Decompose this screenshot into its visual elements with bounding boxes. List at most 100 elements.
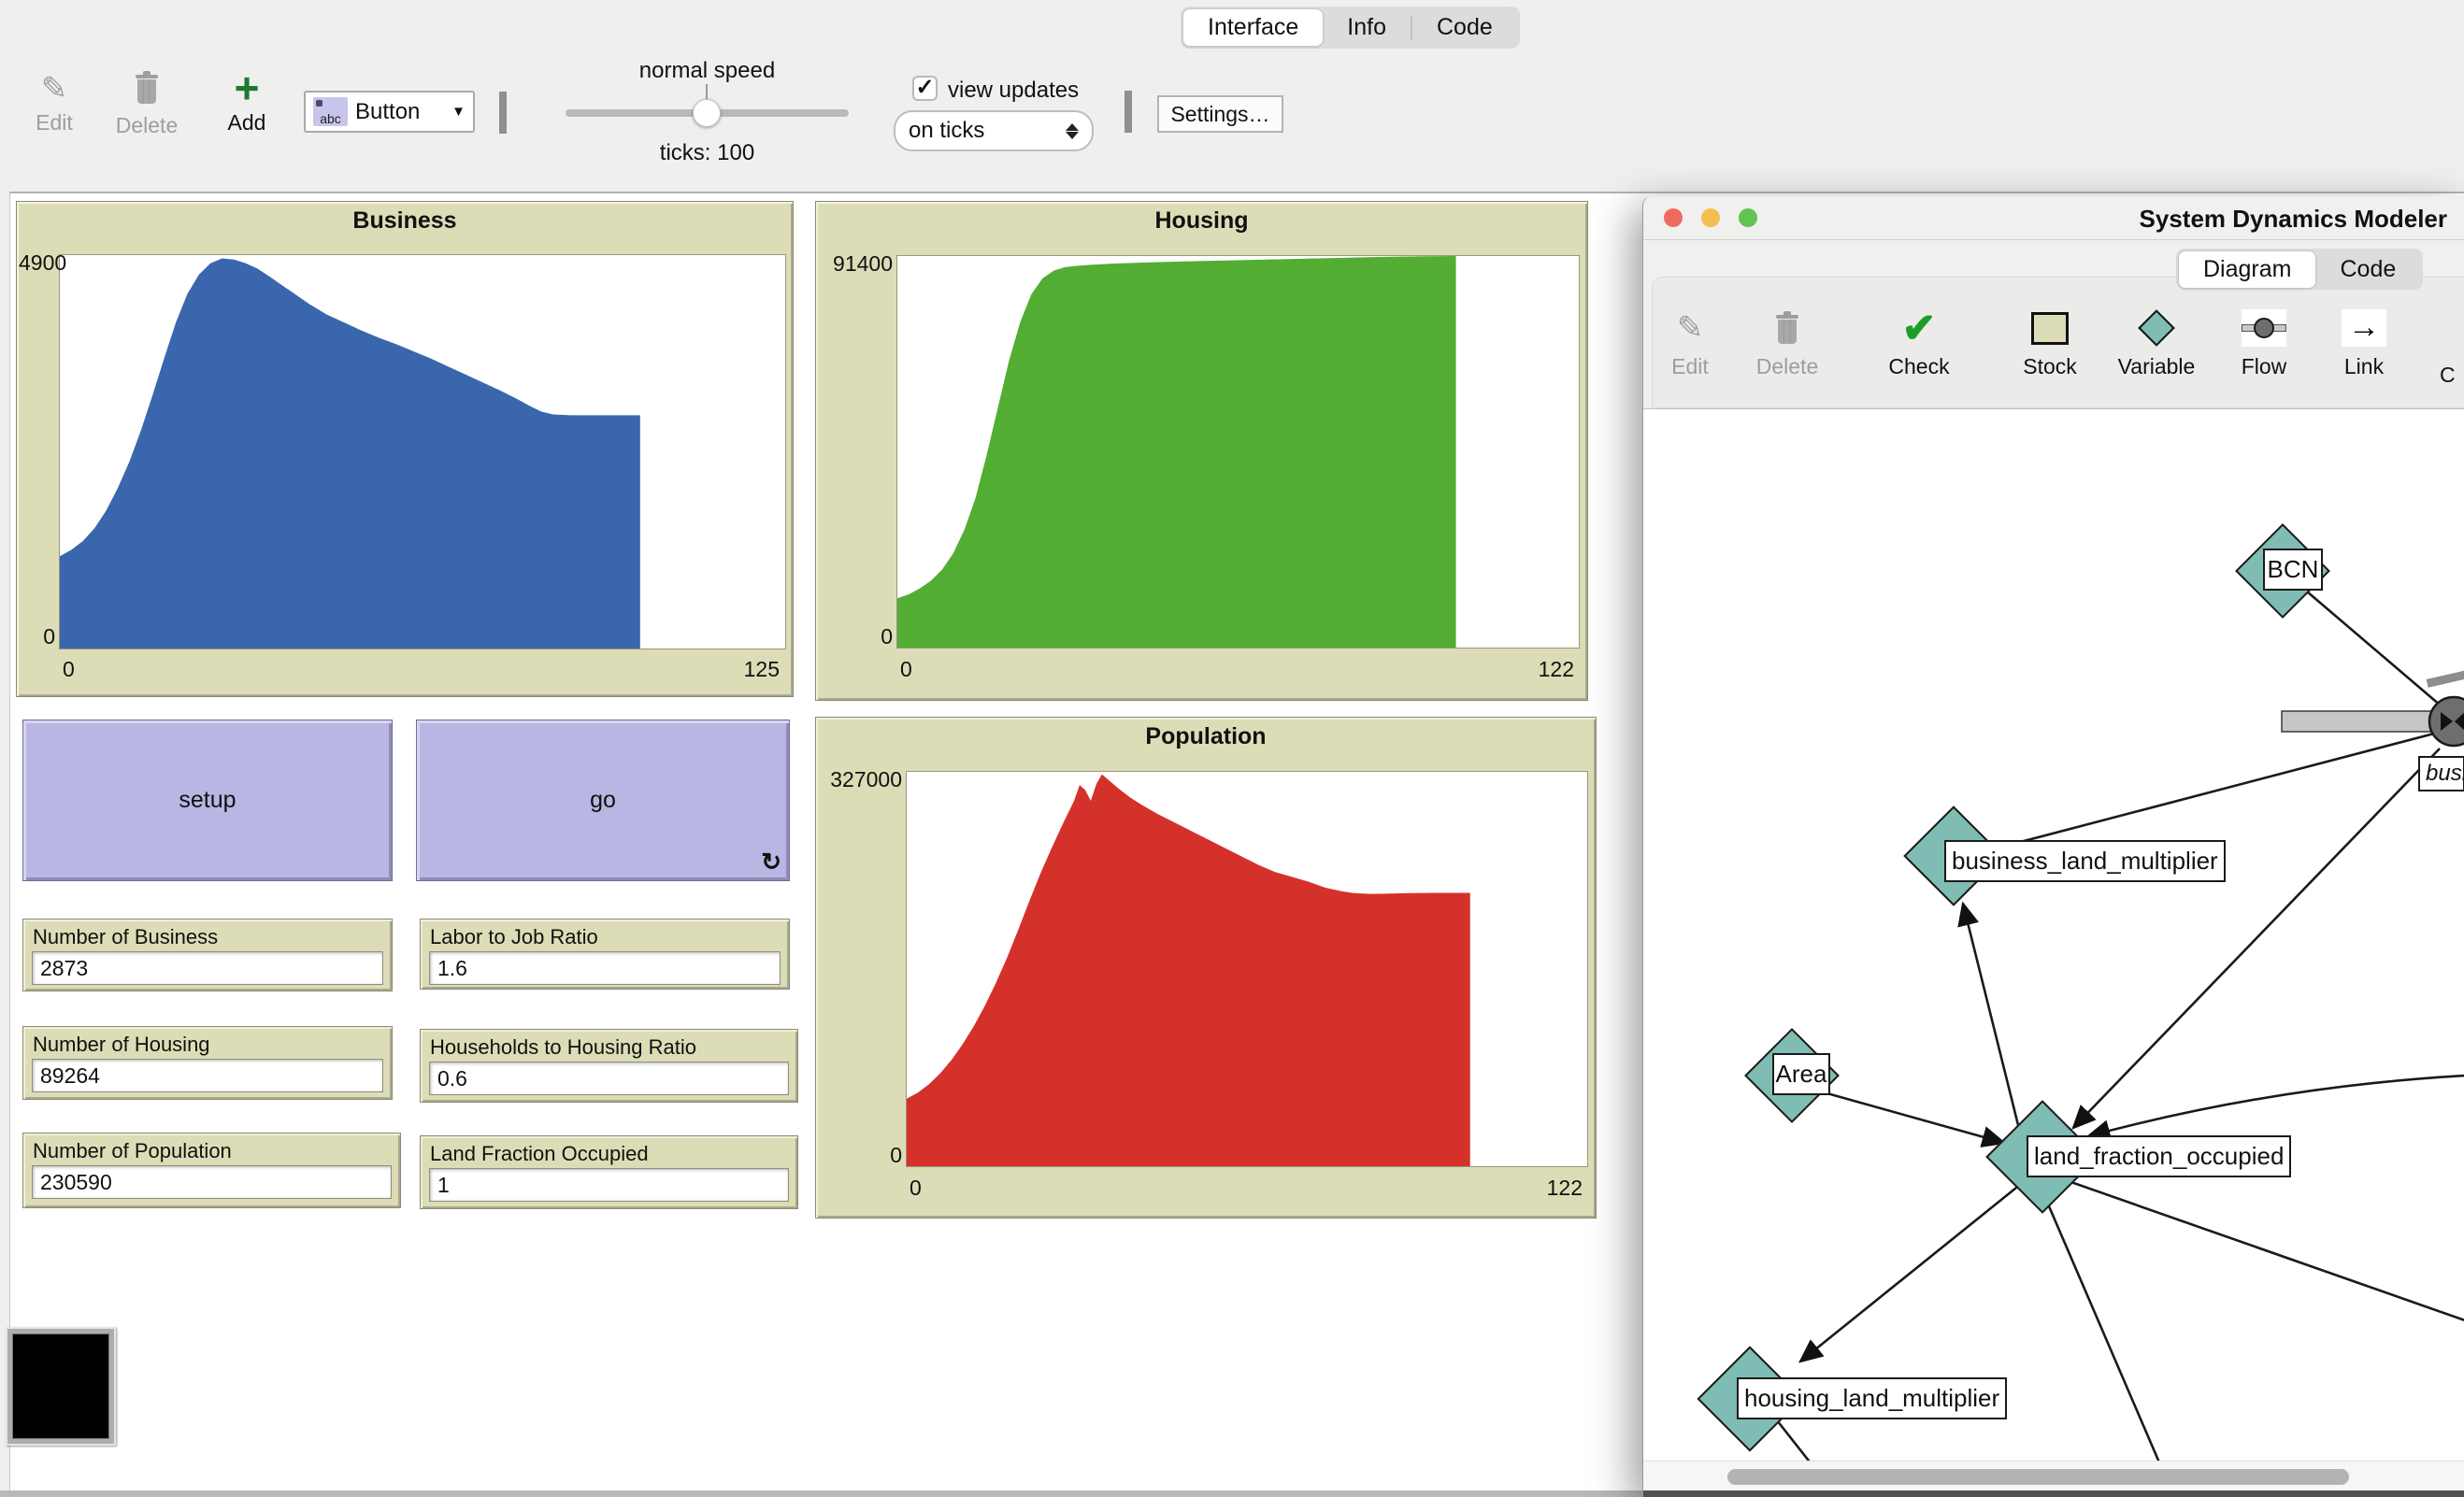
widget-type-dropdown[interactable]: abc Button ▼ xyxy=(304,91,475,133)
flow-node-label-partial[interactable]: busi xyxy=(2418,756,2464,791)
diagram-links xyxy=(1643,409,2464,1461)
x-max-label: 122 xyxy=(1539,657,1574,682)
trash-icon xyxy=(135,71,159,105)
y-min-label: 0 xyxy=(820,624,893,649)
link-arrow-icon: → xyxy=(2342,309,2386,347)
monitor-label: Land Fraction Occupied xyxy=(430,1142,649,1166)
world-view xyxy=(6,1327,116,1446)
settings-button[interactable]: Settings… xyxy=(1157,95,1283,133)
plus-icon: + xyxy=(213,69,280,107)
land-fraction-occupied-label[interactable]: land_fraction_occupied xyxy=(2027,1135,2291,1177)
monitor-households-to-housing-ratio: Households to Housing Ratio 0.6 xyxy=(420,1029,798,1103)
plot-title: Housing xyxy=(816,207,1587,235)
flow-icon xyxy=(2242,309,2286,347)
housing-land-multiplier-label[interactable]: housing_land_multiplier xyxy=(1737,1377,2007,1419)
delete-button[interactable]: Delete xyxy=(105,71,189,138)
monitor-label: Number of Business xyxy=(33,925,218,949)
monitor-value: 2873 xyxy=(32,951,383,985)
go-button-label: go xyxy=(590,787,616,814)
tab-info[interactable]: Info xyxy=(1323,9,1411,46)
setup-button[interactable]: setup xyxy=(22,720,393,881)
monitor-label: Labor to Job Ratio xyxy=(430,925,598,949)
monitor-labor-to-job-ratio: Labor to Job Ratio 1.6 xyxy=(420,919,790,990)
plot-population: Population 327000 0 0 122 xyxy=(815,717,1597,1219)
tab-code[interactable]: Code xyxy=(1412,9,1517,46)
y-max-label: 91400 xyxy=(820,251,893,277)
update-mode-dropdown[interactable]: on ticks xyxy=(894,110,1094,151)
sdm-titlebar[interactable]: System Dynamics Modeler xyxy=(1643,196,2464,240)
plot-title: Business xyxy=(17,207,793,235)
monitor-label: Number of Population xyxy=(33,1139,232,1163)
sdm-edit-label: Edit xyxy=(1648,354,1732,379)
pencil-icon: ✎ xyxy=(1677,309,1704,347)
main-tab-bar: Interface Info Code xyxy=(1181,7,1520,49)
stock-icon xyxy=(2031,312,2069,345)
bcn-node-label[interactable]: BCN xyxy=(2263,549,2323,591)
chevron-updown-icon xyxy=(1066,123,1079,139)
cloud-fragment xyxy=(2427,670,2464,688)
x-min-label: 0 xyxy=(63,657,75,682)
tab-interface[interactable]: Interface xyxy=(1183,9,1323,46)
sdm-link-button[interactable]: → Link xyxy=(2322,304,2406,379)
speed-slider-thumb[interactable] xyxy=(693,99,721,127)
y-min-label: 0 xyxy=(820,1143,902,1168)
x-min-label: 0 xyxy=(900,657,912,682)
sdm-stock-button[interactable]: Stock xyxy=(2008,304,2092,379)
y-min-label: 0 xyxy=(19,624,55,649)
monitor-value: 1.6 xyxy=(429,951,781,985)
add-label: Add xyxy=(213,110,280,135)
monitor-number-of-housing: Number of Housing 89264 xyxy=(22,1026,393,1100)
add-button[interactable]: + Add xyxy=(213,69,280,135)
update-mode-value: on ticks xyxy=(909,118,1066,144)
zoom-icon[interactable] xyxy=(1739,208,1757,227)
view-updates-label: view updates xyxy=(948,78,1079,104)
x-max-label: 125 xyxy=(744,657,780,682)
area-node-label[interactable]: Area xyxy=(1772,1053,1830,1095)
monitor-number-of-business: Number of Business 2873 xyxy=(22,919,393,991)
sdm-tab-bar: Diagram Code xyxy=(2176,249,2423,290)
sdm-diagram-canvas[interactable]: BCN business_land_multiplier Area land_f… xyxy=(1643,408,2464,1461)
edit-button[interactable]: ✎ Edit xyxy=(21,71,88,135)
forever-icon: ↻ xyxy=(761,848,781,877)
sdm-flow-button[interactable]: Flow xyxy=(2222,304,2306,379)
variable-icon xyxy=(2138,309,2175,347)
ticks-counter: ticks: 100 xyxy=(589,140,825,166)
widget-type-value: Button xyxy=(355,99,444,125)
sdm-horizontal-scrollbar[interactable] xyxy=(1643,1461,2464,1490)
pencil-icon: ✎ xyxy=(21,71,88,107)
sdm-edit-button[interactable]: ✎ Edit xyxy=(1648,304,1732,379)
monitor-label: Number of Housing xyxy=(33,1033,210,1057)
y-max-label: 4900 xyxy=(19,250,55,276)
sdm-flow-label: Flow xyxy=(2222,354,2306,379)
sdm-link-label: Link xyxy=(2322,354,2406,379)
toolbar-separator xyxy=(499,92,507,134)
monitor-value: 0.6 xyxy=(429,1062,789,1095)
x-min-label: 0 xyxy=(910,1176,922,1201)
business-land-multiplier-label[interactable]: business_land_multiplier xyxy=(1944,840,2226,882)
monitor-number-of-population: Number of Population 230590 xyxy=(22,1133,401,1208)
plot-area-business xyxy=(59,254,786,649)
view-updates-checkbox[interactable]: ✓ xyxy=(912,76,938,101)
edit-label: Edit xyxy=(21,110,88,135)
sdm-scrollbar-thumb[interactable] xyxy=(1727,1469,2349,1485)
sdm-stock-label: Stock xyxy=(2008,354,2092,379)
sdm-check-button[interactable]: ✔ Check xyxy=(1877,304,1961,379)
close-icon[interactable] xyxy=(1664,208,1683,227)
go-button[interactable]: go ↻ xyxy=(416,720,790,881)
trash-icon xyxy=(1775,311,1799,345)
sdm-variable-button[interactable]: Variable xyxy=(2114,304,2199,379)
setup-button-label: setup xyxy=(179,787,236,814)
plot-title: Population xyxy=(816,723,1596,750)
speed-label: normal speed xyxy=(566,58,849,84)
sdm-check-label: Check xyxy=(1877,354,1961,379)
button-widget-icon: abc xyxy=(313,97,348,126)
minimize-icon[interactable] xyxy=(1701,208,1720,227)
check-icon: ✔ xyxy=(1902,305,1937,352)
sdm-tab-code[interactable]: Code xyxy=(2315,251,2420,288)
monitor-value: 1 xyxy=(429,1168,789,1202)
sdm-tab-diagram[interactable]: Diagram xyxy=(2179,251,2315,288)
chevron-down-icon: ▼ xyxy=(451,104,466,120)
sdm-partial-toolbar-label: C xyxy=(2440,363,2456,388)
sdm-delete-button[interactable]: Delete xyxy=(1745,304,1829,379)
sdm-window-title: System Dynamics Modeler xyxy=(2140,205,2447,234)
